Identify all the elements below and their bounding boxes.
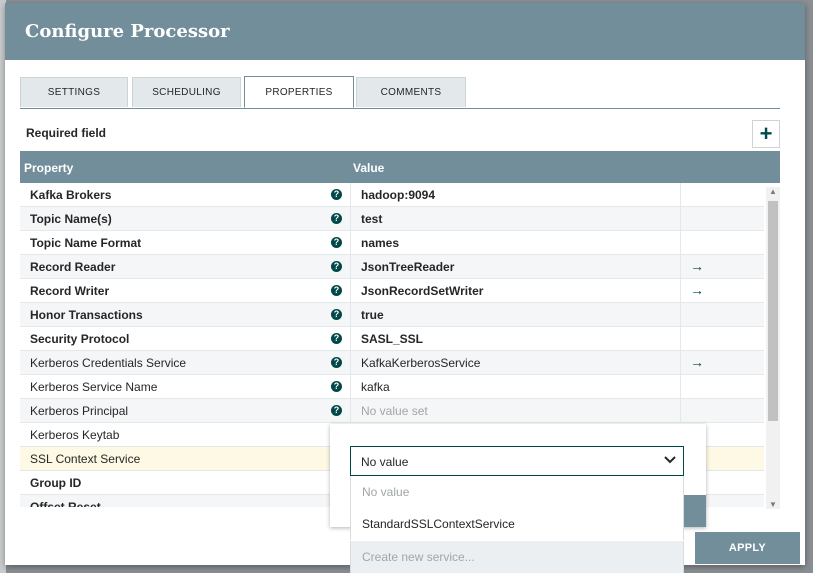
option-standard-ssl-context-service[interactable]: StandardSSLContextService <box>350 508 684 540</box>
property-name: Kerberos Keytab <box>30 428 120 442</box>
column-divider <box>350 351 351 375</box>
help-icon[interactable]: ? <box>331 309 342 320</box>
property-name: Topic Name(s) <box>30 212 112 226</box>
help-icon[interactable]: ? <box>331 189 342 200</box>
dialog-title: Configure Processor <box>25 21 230 42</box>
scroll-up-icon[interactable]: ▲ <box>769 187 777 196</box>
ok-button-edge[interactable] <box>684 495 706 527</box>
help-icon[interactable]: ? <box>331 357 342 368</box>
dialog-header: Configure Processor <box>5 3 805 60</box>
go-to-service-arrow-icon[interactable]: → <box>690 354 704 370</box>
table-row[interactable]: Honor Transactions? true <box>20 303 764 327</box>
required-field-label: Required field <box>26 126 107 140</box>
column-divider <box>680 279 681 303</box>
help-icon[interactable]: ? <box>331 237 342 248</box>
column-divider <box>350 255 351 279</box>
create-new-service-option[interactable]: Create new service... <box>350 541 684 573</box>
tab-scheduling[interactable]: SCHEDULING <box>132 77 241 107</box>
property-value[interactable]: JsonRecordSetWriter <box>361 284 483 298</box>
table-row[interactable]: Record Reader? JsonTreeReader → <box>20 255 764 279</box>
tab-properties[interactable]: PROPERTIES <box>244 76 354 108</box>
property-name: Record Reader <box>30 260 116 274</box>
option-no-value[interactable]: No value <box>350 476 684 508</box>
add-property-button[interactable]: + <box>752 120 780 148</box>
go-to-service-arrow-icon[interactable]: → <box>690 282 704 298</box>
select-value: No value <box>361 455 409 469</box>
property-name: Record Writer <box>30 284 110 298</box>
column-divider <box>350 303 351 327</box>
table-row[interactable]: Security Protocol? SASL_SSL <box>20 327 764 351</box>
scroll-down-icon[interactable]: ▼ <box>769 500 777 509</box>
property-value[interactable]: No value set <box>361 404 428 418</box>
column-divider <box>680 375 681 399</box>
column-divider <box>350 399 351 423</box>
table-row[interactable]: Kafka Brokers? hadoop:9094 <box>20 183 764 207</box>
property-value[interactable]: kafka <box>361 380 390 394</box>
column-divider <box>350 183 351 207</box>
column-divider <box>350 327 351 351</box>
column-divider <box>350 207 351 231</box>
column-divider <box>680 303 681 327</box>
column-divider <box>350 231 351 255</box>
property-name: Kerberos Credentials Service <box>30 356 187 370</box>
tab-comments[interactable]: COMMENTS <box>356 77 466 107</box>
chevron-down-icon <box>663 453 677 468</box>
header-value: Value <box>353 161 385 175</box>
column-divider <box>350 279 351 303</box>
column-divider <box>680 327 681 351</box>
property-name: Security Protocol <box>30 332 130 346</box>
tab-bar: SETTINGS SCHEDULING PROPERTIES COMMENTS <box>20 76 780 109</box>
column-divider <box>680 399 681 423</box>
column-divider <box>680 231 681 255</box>
property-value[interactable]: SASL_SSL <box>361 332 423 346</box>
help-icon[interactable]: ? <box>331 333 342 344</box>
go-to-service-arrow-icon[interactable]: → <box>690 258 704 274</box>
property-name: Honor Transactions <box>30 308 143 322</box>
column-divider <box>680 207 681 231</box>
column-divider <box>680 183 681 207</box>
scroll-thumb[interactable] <box>768 201 778 421</box>
table-row[interactable]: Kerberos Service Name? kafka <box>20 375 764 399</box>
header-property: Property <box>24 161 74 175</box>
help-icon[interactable]: ? <box>331 405 342 416</box>
tab-settings[interactable]: SETTINGS <box>20 77 128 107</box>
help-icon[interactable]: ? <box>331 381 342 392</box>
help-icon[interactable]: ? <box>331 285 342 296</box>
property-value[interactable]: JsonTreeReader <box>361 260 454 274</box>
ssl-context-select[interactable]: No value <box>350 446 684 476</box>
property-value[interactable]: names <box>361 236 399 250</box>
help-icon[interactable]: ? <box>331 213 342 224</box>
apply-button[interactable]: APPLY <box>695 532 800 564</box>
column-divider <box>680 255 681 279</box>
property-value[interactable]: hadoop:9094 <box>361 188 435 202</box>
property-name: Kafka Brokers <box>30 188 112 202</box>
table-scrollbar[interactable]: ▲ ▼ <box>766 187 780 509</box>
property-name: SSL Context Service <box>30 452 141 466</box>
table-row[interactable]: Topic Name Format? names <box>20 231 764 255</box>
property-value[interactable]: true <box>361 308 384 322</box>
table-row[interactable]: Topic Name(s)? test <box>20 207 764 231</box>
property-name: Topic Name Format <box>30 236 142 250</box>
property-name: Kerberos Service Name <box>30 380 158 394</box>
table-row[interactable]: Record Writer? JsonRecordSetWriter → <box>20 279 764 303</box>
table-row[interactable]: Kerberos Principal? No value set <box>20 399 764 423</box>
property-value[interactable]: test <box>361 212 382 226</box>
column-divider <box>680 351 681 375</box>
property-value[interactable]: KafkaKerberosService <box>361 356 480 370</box>
property-name: Offset Reset <box>30 500 101 507</box>
table-row[interactable]: Kerberos Credentials Service? KafkaKerber… <box>20 351 764 375</box>
table-header: Property Value <box>20 151 780 183</box>
property-name: Kerberos Principal <box>30 404 129 418</box>
property-name: Group ID <box>30 476 82 490</box>
column-divider <box>350 375 351 399</box>
help-icon[interactable]: ? <box>331 261 342 272</box>
